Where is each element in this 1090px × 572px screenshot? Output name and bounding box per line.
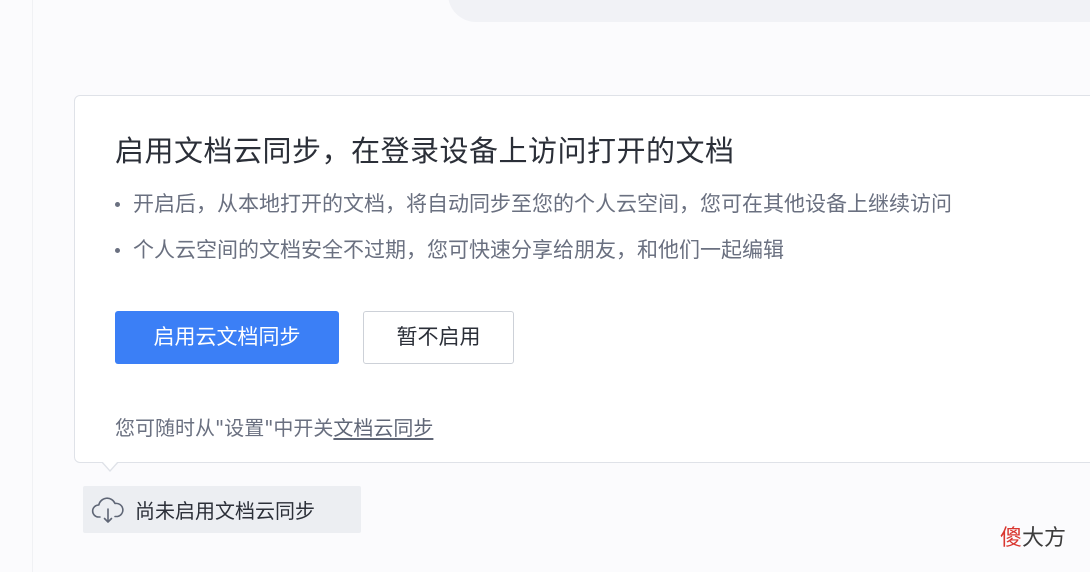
enable-cloud-sync-button[interactable]: 启用云文档同步 (115, 311, 339, 364)
cloud-sync-status-label: 尚未启用文档云同步 (135, 499, 315, 523)
watermark-rest: 大方 (1022, 526, 1067, 551)
settings-hint-text: 您可随时从"设置"中开关 (115, 416, 334, 440)
top-panel (448, 0, 1090, 22)
watermark: 傻大方 (1000, 520, 1066, 552)
bullet-dot (115, 202, 120, 207)
settings-hint: 您可随时从"设置"中开关文档云同步 (115, 412, 433, 441)
cloud-sync-status-button[interactable]: 尚未启用文档云同步 (83, 486, 361, 533)
feature-item: 开启后，从本地打开的文档，将自动同步至您的个人云空间，您可在其他设备上继续访问 (115, 191, 952, 237)
feature-text: 开启后，从本地打开的文档，将自动同步至您的个人云空间，您可在其他设备上继续访问 (133, 192, 952, 216)
popover-pointer (101, 461, 119, 472)
bullet-dot (115, 248, 120, 253)
cloud-sync-icon (91, 495, 125, 525)
left-divider (32, 0, 33, 572)
feature-text: 个人云空间的文档安全不过期，您可快速分享给朋友，和他们一起编辑 (133, 238, 784, 262)
feature-item: 个人云空间的文档安全不过期，您可快速分享给朋友，和他们一起编辑 (115, 237, 952, 283)
popover-title: 启用文档云同步，在登录设备上访问打开的文档 (115, 134, 735, 168)
page: 启用文档云同步，在登录设备上访问打开的文档 开启后，从本地打开的文档，将自动同步… (0, 0, 1090, 572)
cloud-sync-popover: 启用文档云同步，在登录设备上访问打开的文档 开启后，从本地打开的文档，将自动同步… (74, 95, 1090, 463)
cloud-sync-settings-link[interactable]: 文档云同步 (333, 416, 433, 440)
skip-enable-button[interactable]: 暂不启用 (363, 311, 514, 364)
watermark-first-char: 傻 (1000, 526, 1023, 551)
feature-list: 开启后，从本地打开的文档，将自动同步至您的个人云空间，您可在其他设备上继续访问 … (115, 191, 952, 283)
